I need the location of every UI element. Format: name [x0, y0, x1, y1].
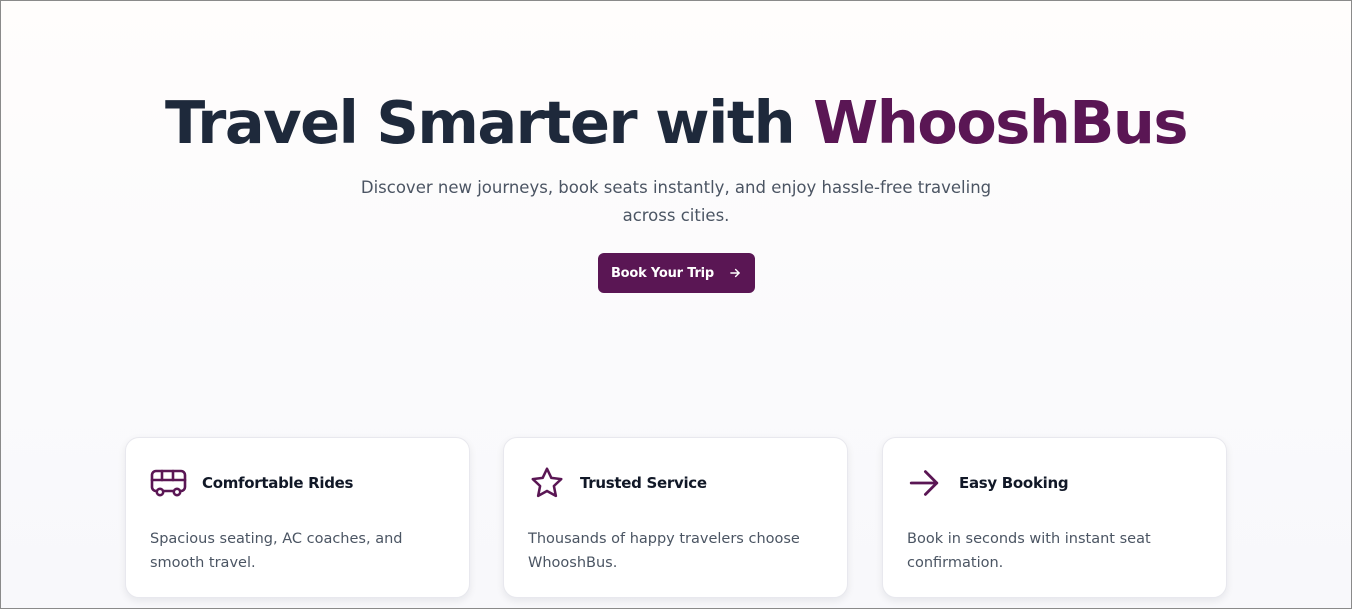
star-icon — [528, 465, 568, 501]
feature-description: Spacious seating, AC coaches, and smooth… — [150, 531, 403, 571]
feature-card-comfortable-rides: Comfortable Rides Spacious seating, AC c… — [125, 437, 470, 598]
feature-card-header: Comfortable Rides — [150, 465, 353, 501]
arrow-right-icon — [730, 268, 740, 278]
book-your-trip-button[interactable]: Book Your Trip — [598, 253, 755, 293]
feature-card-trusted-service: Trusted Service Thousands of happy trave… — [503, 437, 848, 598]
feature-title: Comfortable Rides — [202, 474, 354, 492]
feature-title: Easy Booking — [959, 474, 1069, 492]
hero-title-brand: WhooshBus — [813, 88, 1188, 157]
arrow-right-icon — [907, 465, 947, 501]
feature-description: Thousands of happy travelers choose Whoo… — [528, 531, 800, 571]
feature-card-header: Easy Booking — [907, 465, 1069, 501]
feature-title: Trusted Service — [580, 474, 707, 492]
feature-card-header: Trusted Service — [528, 465, 707, 501]
bus-icon — [150, 465, 190, 501]
feature-description: Book in seconds with instant seat confir… — [907, 531, 1151, 571]
hero-title: Travel Smarter with WhooshBus — [1, 87, 1351, 159]
hero-subtitle: Discover new journeys, book seats instan… — [360, 178, 992, 225]
feature-card-easy-booking: Easy Booking Book in seconds with instan… — [882, 437, 1227, 598]
hero-title-prefix: Travel Smarter with — [164, 88, 814, 157]
book-your-trip-label: Book Your Trip — [610, 265, 715, 281]
